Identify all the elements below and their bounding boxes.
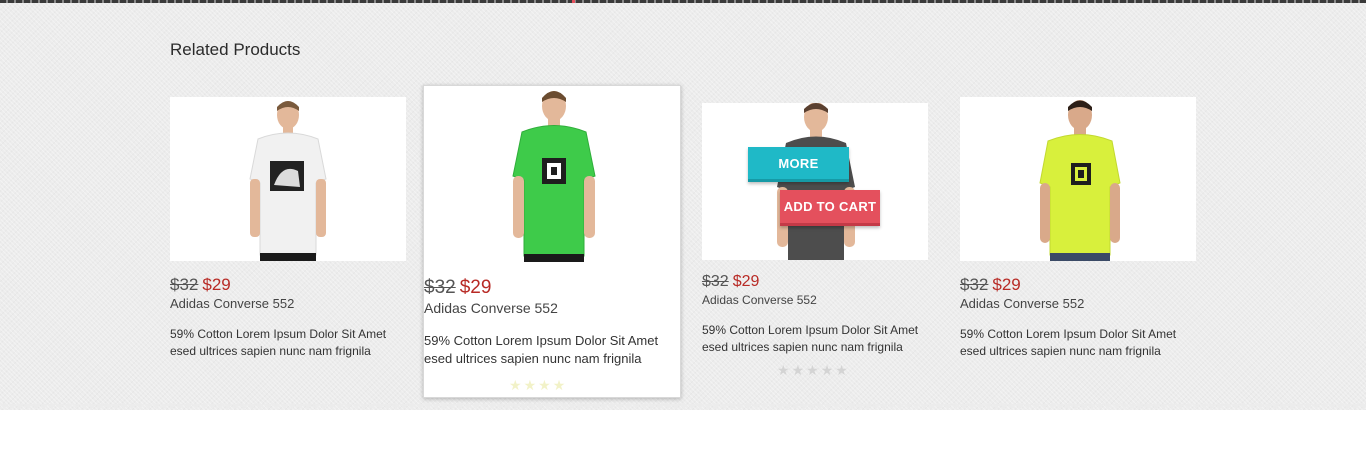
section-title: Related Products bbox=[170, 40, 301, 59]
add-to-cart-button[interactable]: ADD TO CART bbox=[780, 190, 880, 226]
star-icon[interactable]: ★ bbox=[567, 377, 582, 394]
price-block: $32 $29 bbox=[170, 275, 231, 295]
star-icon[interactable]: ★ bbox=[553, 377, 568, 394]
price-block: $32 $29 bbox=[960, 275, 1021, 295]
new-price: $29 bbox=[459, 277, 492, 298]
white-tshirt-model-photo-icon bbox=[170, 97, 406, 261]
more-button[interactable]: MORE bbox=[748, 147, 849, 182]
product-image[interactable] bbox=[424, 86, 679, 262]
top-divider-marker bbox=[572, 0, 575, 3]
star-rating[interactable]: ★★★★★ bbox=[777, 362, 850, 379]
product-name[interactable]: Adidas Converse 552 bbox=[424, 300, 558, 316]
old-price: $32 bbox=[424, 277, 456, 298]
star-icon[interactable]: ★ bbox=[792, 362, 807, 379]
zigzag-bottom-edge bbox=[0, 404, 1366, 412]
price-block: $32 $29 bbox=[424, 277, 491, 299]
star-icon[interactable]: ★ bbox=[538, 377, 553, 394]
star-icon[interactable]: ★ bbox=[509, 377, 524, 394]
old-price: $32 bbox=[960, 275, 989, 294]
product-name[interactable]: Adidas Converse 552 bbox=[170, 296, 294, 311]
lime-tshirt-model-photo-icon bbox=[960, 97, 1196, 261]
product-name[interactable]: Adidas Converse 552 bbox=[960, 296, 1084, 311]
star-icon[interactable]: ★ bbox=[835, 362, 850, 379]
star-rating[interactable]: ★★★★★ bbox=[509, 377, 582, 394]
product-description: 59% Cotton Lorem Ipsum Dolor Sit Amet es… bbox=[960, 327, 1177, 358]
star-icon[interactable]: ★ bbox=[524, 377, 539, 394]
green-tshirt-model-photo-icon bbox=[424, 86, 679, 262]
product-description: 59% Cotton Lorem Ipsum Dolor Sit Amet es… bbox=[702, 323, 919, 354]
product-description: 59% Cotton Lorem Ipsum Dolor Sit Amet es… bbox=[170, 327, 387, 358]
top-divider bbox=[0, 0, 1366, 3]
new-price: $29 bbox=[202, 275, 231, 294]
new-price: $29 bbox=[992, 275, 1021, 294]
product-name[interactable]: Adidas Converse 552 bbox=[702, 293, 817, 307]
star-icon[interactable]: ★ bbox=[806, 362, 821, 379]
related-products-page: Related Products $32 $29 Adidas Converse … bbox=[0, 0, 1366, 469]
price-block: $32 $29 bbox=[702, 273, 759, 291]
new-price: $29 bbox=[732, 273, 760, 290]
star-icon[interactable]: ★ bbox=[777, 362, 792, 379]
old-price: $32 bbox=[702, 273, 729, 290]
product-image[interactable] bbox=[960, 97, 1196, 261]
old-price: $32 bbox=[170, 275, 199, 294]
star-icon[interactable]: ★ bbox=[821, 362, 836, 379]
product-description: 59% Cotton Lorem Ipsum Dolor Sit Amet es… bbox=[424, 333, 659, 367]
product-image[interactable] bbox=[170, 97, 406, 261]
